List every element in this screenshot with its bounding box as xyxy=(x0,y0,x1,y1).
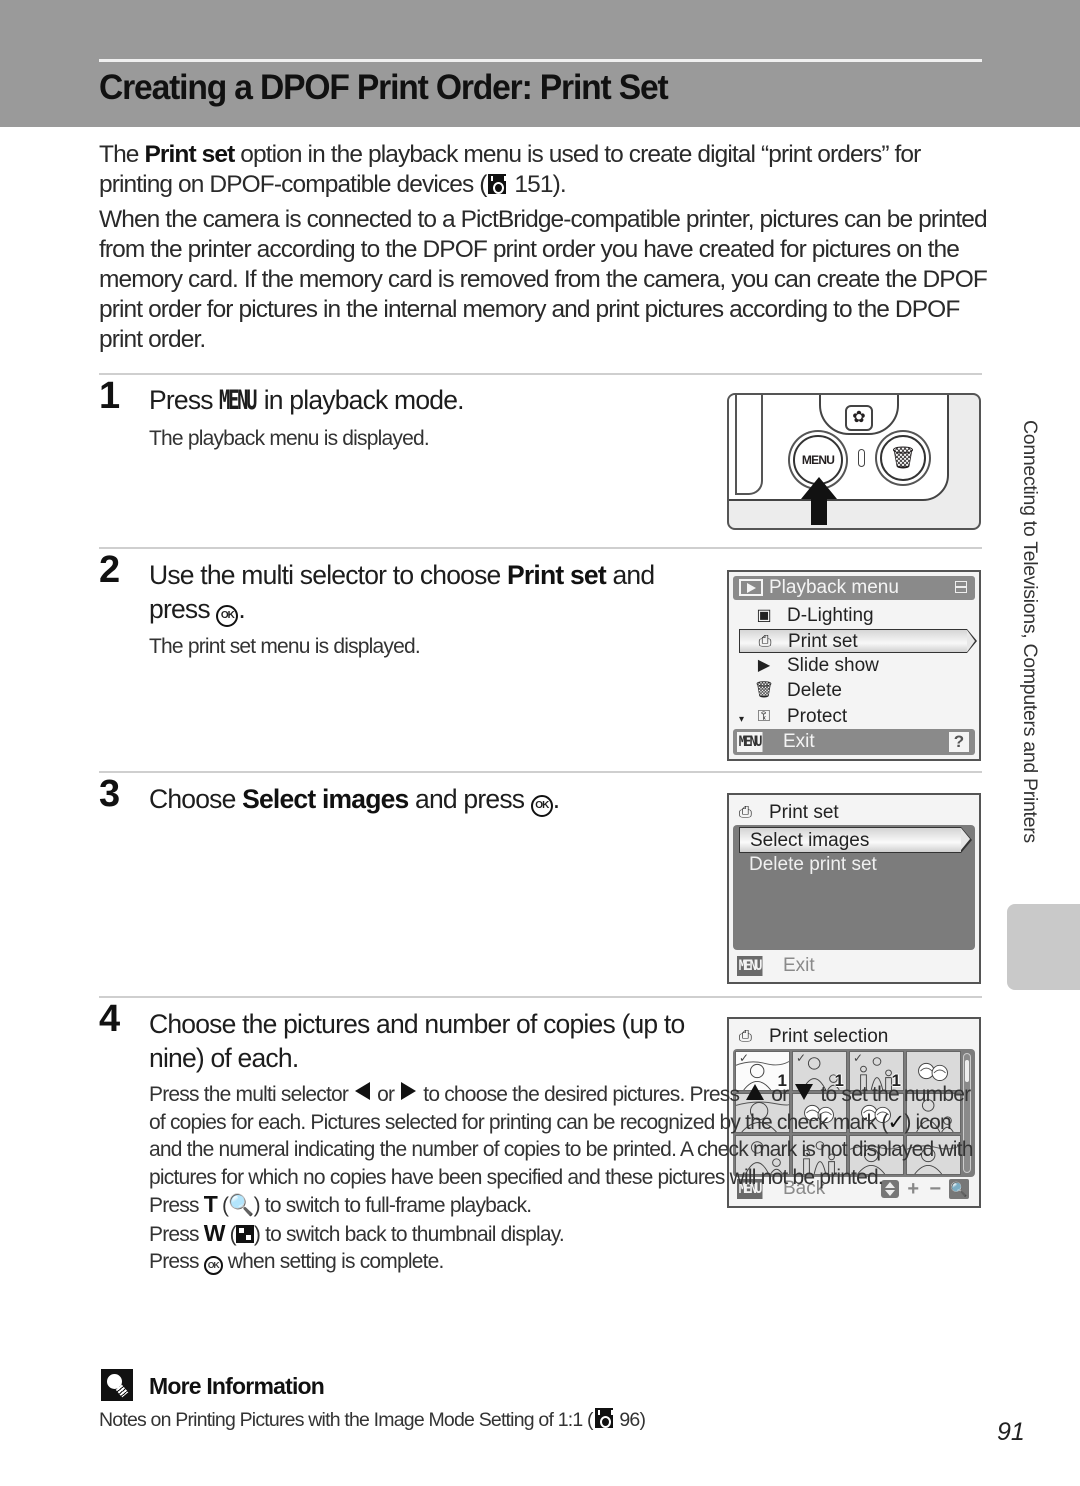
thumbnail-icon xyxy=(235,1224,254,1243)
exit-label[interactable]: Exit xyxy=(783,955,815,976)
camera-led xyxy=(858,449,865,467)
down-arrow-icon xyxy=(795,1084,814,1100)
step-1-title: Press MENU in playback mode. xyxy=(149,385,465,416)
header-rule xyxy=(99,59,982,62)
print-set-icon: ⎙ xyxy=(739,804,752,821)
page-reference-icon xyxy=(594,1408,613,1428)
playback-menu-screen: Playback menu ▣ D-Lighting ⎙ Print set ▶ Sl… xyxy=(727,570,981,761)
more-info-text: Notes on Printing Pictures with the Imag… xyxy=(99,1408,646,1431)
print-set-icon: ⎙ xyxy=(758,633,772,650)
t-button-glyph: T xyxy=(203,1191,218,1217)
print-set-screen: ⎙ Print set Select images Delete print se… xyxy=(727,793,981,984)
divider xyxy=(99,547,982,549)
ok-button-glyph: OK xyxy=(216,605,239,627)
intro-paragraph-1: The Print set option in the playback men… xyxy=(99,141,921,198)
menu-item-slide-show[interactable]: ▶ Slide show xyxy=(739,654,967,678)
intro-text: The Print set option in the playback men… xyxy=(99,140,989,360)
step-3-number: 3 xyxy=(99,773,120,815)
option-delete-print-set[interactable]: Delete print set xyxy=(739,852,961,878)
w-button-glyph: W xyxy=(203,1219,226,1246)
menu-item-protect[interactable]: ⚿ Protect xyxy=(739,705,967,729)
ok-button-glyph: OK xyxy=(530,795,553,817)
divider xyxy=(99,373,982,375)
step-4-zoom-in-line: Press T (🔍) to switch to full-frame play… xyxy=(149,1191,532,1217)
step-3-title: Choose Select images and press OK. xyxy=(149,782,709,817)
step-4-title: Choose the pictures and number of copies… xyxy=(149,1009,685,1073)
arrow-up-icon xyxy=(801,477,837,525)
menu-chip-icon: MENU xyxy=(737,956,763,976)
page-reference-link[interactable]: 151 xyxy=(514,171,553,198)
check-mark-icon: ✓ xyxy=(739,1051,750,1065)
lightbulb-icon xyxy=(101,1369,133,1401)
step-4-description: Press the multi selector or to choose th… xyxy=(149,1081,979,1276)
battery-icon xyxy=(955,581,967,593)
delete-icon: 🗑 xyxy=(753,682,775,699)
check-mark-icon: ✓ xyxy=(796,1051,807,1065)
option-select-images[interactable]: Select images xyxy=(739,826,972,853)
divider xyxy=(99,996,982,998)
page-reference-icon xyxy=(488,174,507,194)
protect-icon: ⚿ xyxy=(757,708,771,725)
camera-back-illustration: ✿ MENU 🗑 xyxy=(727,393,981,530)
menu-chip-icon: MENU xyxy=(737,732,763,752)
options-panel: Select images Delete print set xyxy=(733,825,975,950)
menu-item-delete[interactable]: 🗑 Delete xyxy=(739,679,967,703)
step-4-number: 4 xyxy=(99,998,120,1040)
exit-label[interactable]: Exit xyxy=(783,731,815,752)
d-lighting-icon: ▣ xyxy=(756,607,772,624)
print-set-term: Print set xyxy=(144,141,235,168)
step-1-description: The playback menu is displayed. xyxy=(149,427,430,450)
step-4-paragraph: Press the multi selector or to choose th… xyxy=(149,1082,973,1189)
playback-icon xyxy=(739,579,763,596)
page-title: Creating a DPOF Print Order: Print Set xyxy=(99,68,669,107)
more-info-title: More Information xyxy=(149,1373,325,1399)
slide-show-icon: ▶ xyxy=(757,657,771,674)
camera-grip xyxy=(735,395,763,495)
step-2-number: 2 xyxy=(99,549,120,591)
step-2-description: The print set menu is displayed. xyxy=(149,635,421,658)
print-set-icon: ⎙ xyxy=(739,1028,752,1045)
magnifier-icon: 🔍 xyxy=(228,1194,254,1217)
step-4-ok-line: Press OK when setting is complete. xyxy=(149,1250,444,1275)
section-tab[interactable] xyxy=(1007,904,1080,990)
menu-item-print-set[interactable]: ⎙ Print set xyxy=(739,628,977,653)
page-number: 91 xyxy=(997,1418,1025,1446)
screen-footer: MENU Exit ? xyxy=(733,729,975,755)
menu-button-glyph: MENU xyxy=(219,385,257,416)
trash-icon: 🗑 xyxy=(880,435,926,481)
intro-paragraph-2: When the camera is connected to a PictBr… xyxy=(99,206,988,353)
right-arrow-icon xyxy=(401,1082,417,1100)
section-side-label: Connecting to Televisions, Computers and… xyxy=(1019,420,1041,843)
scroll-down-indicator: ▾ xyxy=(739,714,745,725)
help-icon[interactable]: ? xyxy=(949,732,969,752)
page-header: Creating a DPOF Print Order: Print Set xyxy=(0,0,1080,127)
screen-title: ⎙ Print set xyxy=(739,802,839,823)
ok-button-glyph: OK xyxy=(203,1256,223,1275)
check-mark-icon: ✓ xyxy=(853,1051,864,1065)
screen-title: ⎙ Print selection xyxy=(739,1026,889,1047)
step-4-zoom-out-line: Press W () to switch back to thumbnail d… xyxy=(149,1219,565,1246)
macro-flower-icon: ✿ xyxy=(845,405,873,431)
step-2-title: Use the multi selector to choose Print s… xyxy=(149,558,709,627)
screen-footer: MENU Exit xyxy=(733,953,975,979)
left-arrow-icon xyxy=(355,1082,371,1100)
check-mark-icon: ✓ xyxy=(887,1110,906,1134)
up-arrow-icon xyxy=(746,1084,765,1100)
screen-titlebar: Playback menu xyxy=(733,576,975,600)
menu-item-d-lighting[interactable]: ▣ D-Lighting xyxy=(739,604,967,628)
divider xyxy=(99,771,982,773)
step-1-number: 1 xyxy=(99,375,120,417)
page-reference-link[interactable]: 96 xyxy=(619,1409,640,1431)
